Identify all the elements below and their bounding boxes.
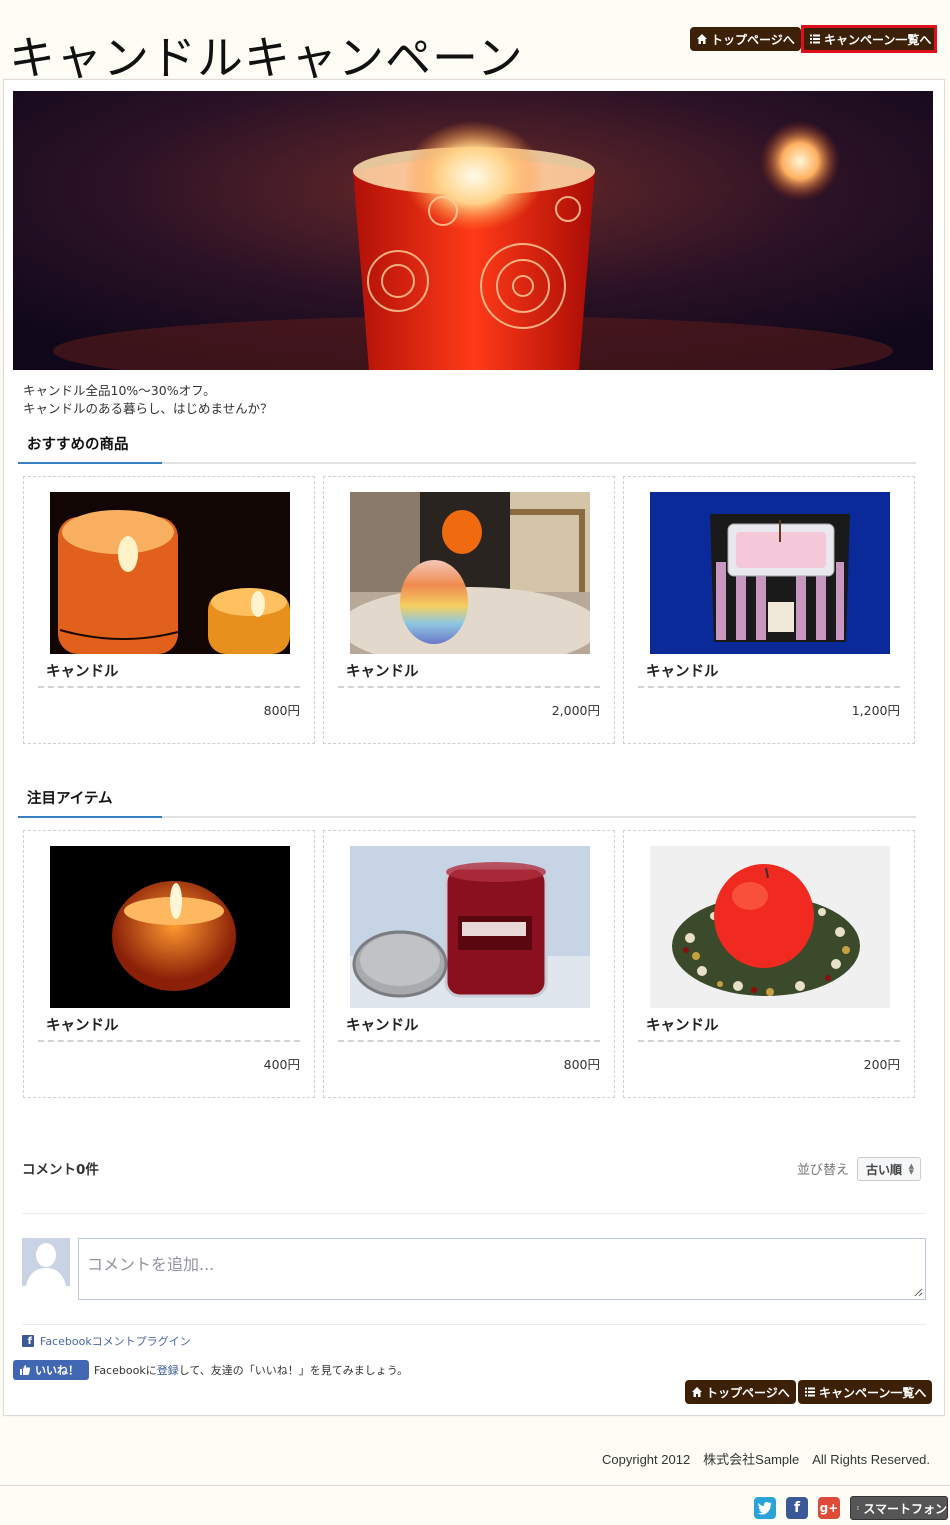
- product-image[interactable]: [350, 492, 590, 654]
- like-button[interactable]: いいね！: [13, 1360, 89, 1380]
- bottom-top-page-button[interactable]: トップページへ: [685, 1380, 796, 1404]
- product-name[interactable]: キャンドル: [46, 660, 119, 681]
- home-icon: [697, 34, 707, 44]
- divider: [38, 1040, 300, 1042]
- sort-select[interactable]: 古い順 ▲ ▼: [857, 1157, 921, 1181]
- list-icon: [810, 34, 820, 44]
- top-page-button[interactable]: トップページへ: [690, 27, 801, 51]
- copyright: Copyright 2012 株式会社Sample All Rights Res…: [602, 1452, 931, 1467]
- smartphone-view-button[interactable]: スマートフォン: [850, 1496, 948, 1520]
- site-header: キャンドルキャンペーン トップページへ キャンペーン一覧へ: [0, 0, 950, 85]
- facebook-icon: f: [22, 1335, 34, 1347]
- sort-arrows-icon: ▲ ▼: [908, 1162, 914, 1176]
- smartphone-label: スマートフォン: [863, 1501, 947, 1516]
- product-card[interactable]: キャンドル 1,200円: [623, 476, 915, 744]
- thumbs-up-icon: [20, 1365, 31, 1375]
- divider: [338, 1040, 600, 1042]
- divider: [338, 686, 600, 688]
- product-image[interactable]: [50, 492, 290, 654]
- featured-heading-text: 注目アイテム: [18, 787, 162, 818]
- comment-count: コメント0件: [22, 1162, 99, 1178]
- bottom-campaign-list-button[interactable]: キャンペーン一覧へ: [798, 1380, 933, 1404]
- like-text-after: して、友達の「いいね！」を見てみましょう。: [178, 1364, 409, 1377]
- product-price: 800円: [563, 1057, 600, 1072]
- facebook-icon[interactable]: f: [786, 1497, 808, 1519]
- product-card[interactable]: キャンドル 2,000円: [323, 476, 615, 744]
- product-image[interactable]: [650, 492, 890, 654]
- resize-handle-icon[interactable]: [913, 1287, 923, 1297]
- divider: [22, 1324, 926, 1325]
- product-price: 200円: [863, 1057, 900, 1072]
- recommended-heading-text: おすすめの商品: [18, 433, 162, 464]
- google-plus-icon[interactable]: g+: [818, 1497, 840, 1519]
- register-link[interactable]: 登録: [157, 1364, 179, 1377]
- campaign-list-button[interactable]: キャンペーン一覧へ: [801, 25, 937, 53]
- product-name[interactable]: キャンドル: [346, 1014, 419, 1035]
- product-card[interactable]: キャンドル 400円: [23, 830, 315, 1098]
- divider: [638, 1040, 900, 1042]
- product-price: 400円: [263, 1057, 300, 1072]
- product-card[interactable]: キャンドル 800円: [23, 476, 315, 744]
- footer-divider: [0, 1485, 950, 1486]
- like-label: いいね！: [35, 1364, 79, 1377]
- product-card[interactable]: キャンドル 200円: [623, 830, 915, 1098]
- sort-label: 並び替え: [797, 1163, 850, 1178]
- facebook-comments-plugin-link[interactable]: f Facebookコメントプラグイン: [22, 1333, 191, 1349]
- sort-value: 古い順: [866, 1162, 903, 1177]
- product-image[interactable]: [350, 846, 590, 1008]
- comment-input[interactable]: コメントを追加...: [78, 1238, 926, 1300]
- bottom-top-page-label: トップページへ: [706, 1385, 790, 1400]
- divider: [638, 686, 900, 688]
- intro-line-1: キャンドル全品10%～30%オフ。: [23, 383, 216, 398]
- smartphone-icon: [857, 1506, 860, 1510]
- top-page-label: トップページへ: [711, 32, 795, 47]
- divider: [22, 1213, 926, 1214]
- product-price: 1,200円: [851, 703, 900, 718]
- avatar: [22, 1238, 70, 1286]
- product-name[interactable]: キャンドル: [646, 660, 719, 681]
- product-card[interactable]: キャンドル 800円: [323, 830, 615, 1098]
- featured-heading: 注目アイテム: [18, 786, 916, 818]
- like-text-before: Facebookに: [94, 1364, 157, 1377]
- product-image[interactable]: [50, 846, 290, 1008]
- bottom-campaign-list-label: キャンペーン一覧へ: [819, 1385, 927, 1400]
- twitter-icon[interactable]: [754, 1497, 776, 1519]
- comment-placeholder: コメントを追加...: [87, 1255, 215, 1274]
- product-name[interactable]: キャンドル: [346, 660, 419, 681]
- product-image[interactable]: [650, 846, 890, 1008]
- product-price: 800円: [263, 703, 300, 718]
- divider: [38, 686, 300, 688]
- plugin-label: Facebookコメントプラグイン: [40, 1335, 191, 1348]
- hero-candle-image: [13, 91, 933, 370]
- campaign-intro: キャンドル全品10%～30%オフ。 キャンドルのある暮らし、はじめませんか？: [23, 382, 273, 418]
- product-price: 2,000円: [551, 703, 600, 718]
- home-icon: [692, 1387, 702, 1397]
- product-name[interactable]: キャンドル: [46, 1014, 119, 1035]
- like-row: いいね！ Facebookに登録して、友達の「いいね！」を見てみましょう。: [13, 1360, 408, 1380]
- main-content: キャンドル全品10%～30%オフ。 キャンドルのある暮らし、はじめませんか？ お…: [3, 79, 945, 1416]
- intro-line-2: キャンドルのある暮らし、はじめませんか？: [23, 401, 273, 416]
- campaign-list-label: キャンペーン一覧へ: [824, 32, 932, 47]
- product-name[interactable]: キャンドル: [646, 1014, 719, 1035]
- list-icon: [805, 1387, 815, 1397]
- recommended-heading: おすすめの商品: [18, 432, 916, 464]
